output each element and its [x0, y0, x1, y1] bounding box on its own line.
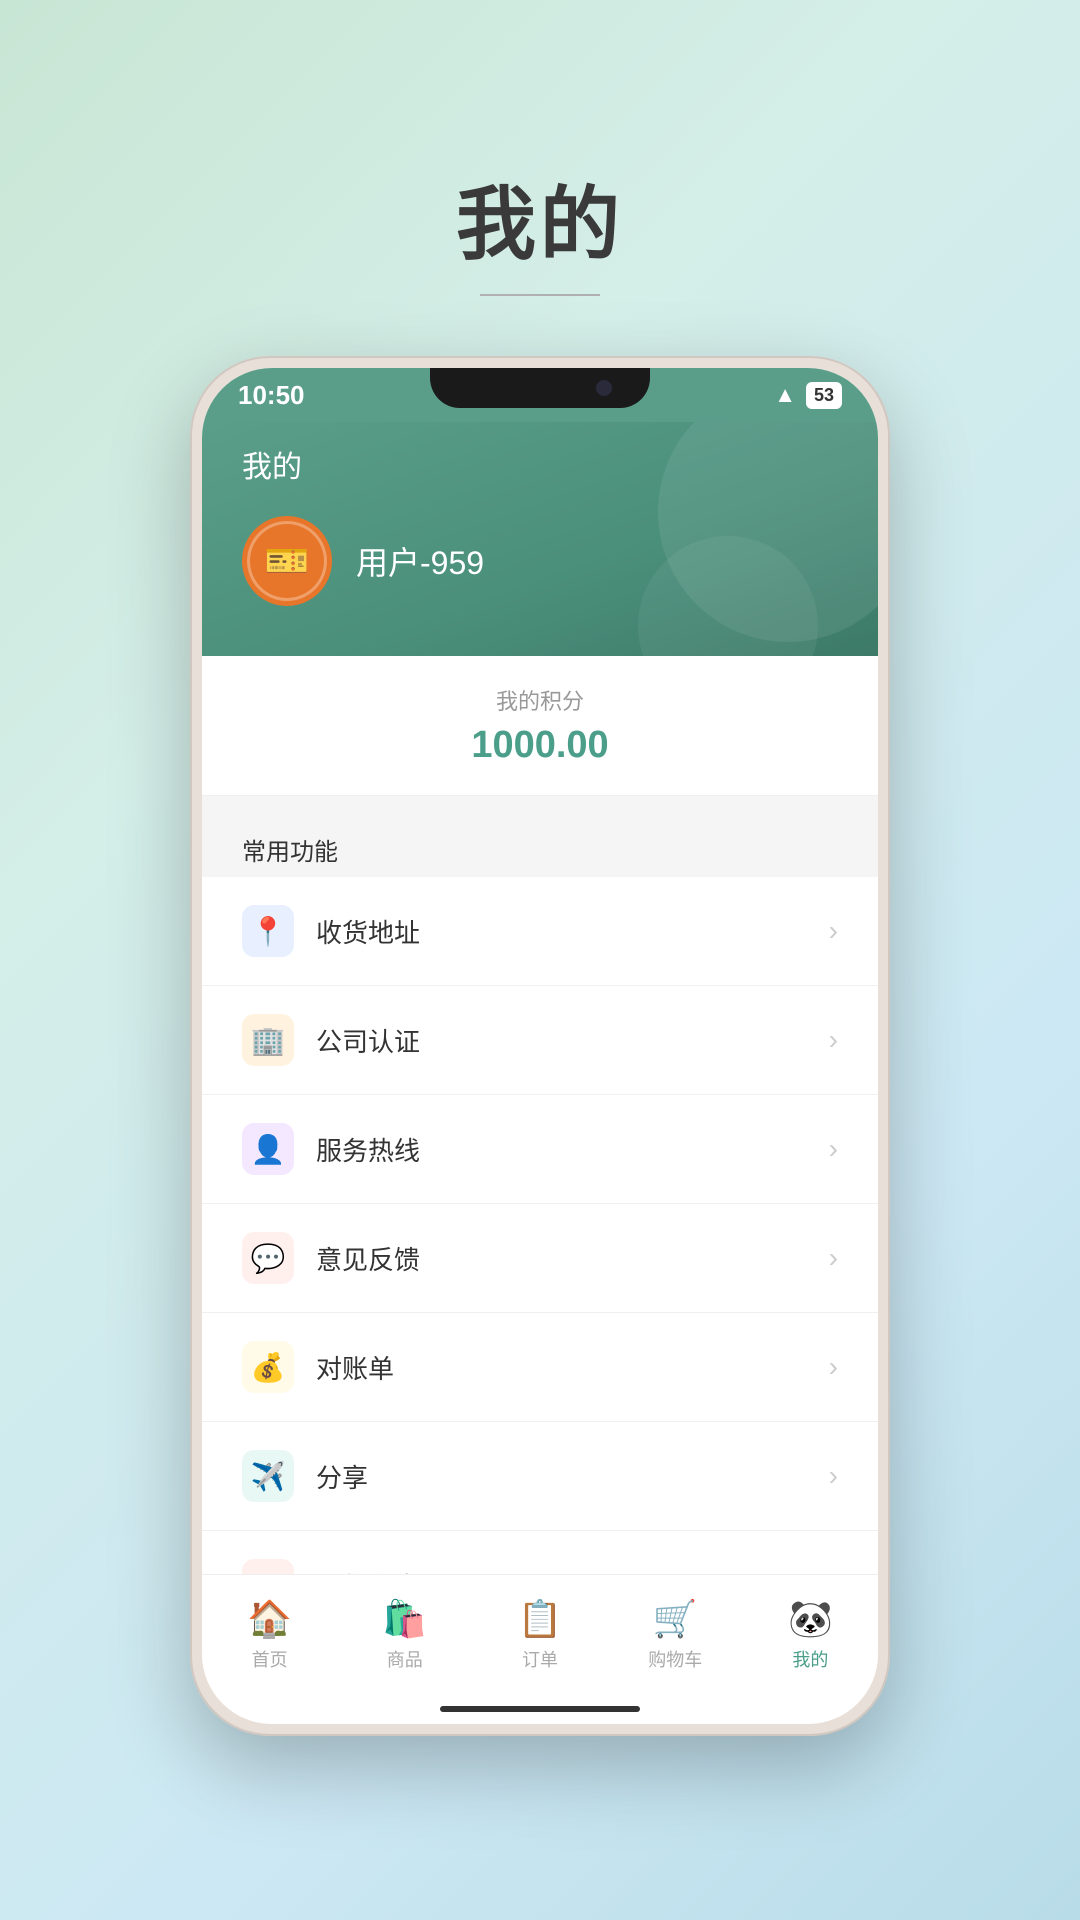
statement-icon: 💰 [251, 1351, 286, 1384]
arrow-share: › [829, 1460, 838, 1492]
share-icon: ✈️ [251, 1460, 286, 1493]
page-title: 我的 [456, 160, 624, 276]
nav-label-products: 商品 [387, 1646, 423, 1672]
nav-label-cart: 购物车 [648, 1646, 702, 1672]
page-title-area: 我的 [456, 160, 624, 296]
menu-label-address: 收货地址 [316, 913, 829, 950]
home-icon: 🏠 [247, 1598, 292, 1640]
arrow-feedback: › [829, 1242, 838, 1274]
products-icon: 🛍️ [382, 1598, 427, 1640]
cart-icon: 🛒 [653, 1598, 698, 1640]
battery-badge: 53 [806, 382, 842, 409]
indicator-bar [440, 1706, 640, 1712]
arrow-company: › [829, 1024, 838, 1056]
menu-list: 📍 收货地址 › 🏢 公司认证 › 👤 服务热线 [202, 877, 878, 1574]
menu-icon-company: 🏢 [242, 1014, 294, 1066]
menu-label-statement: 对账单 [316, 1349, 829, 1386]
menu-item-service[interactable]: 👤 服务热线 › [202, 1095, 878, 1204]
menu-icon-service: 👤 [242, 1123, 294, 1175]
menu-icon-address: 📍 [242, 905, 294, 957]
app-header: 我的 🎫 用户-959 [202, 422, 878, 656]
nav-item-cart[interactable]: 🛒 购物车 [608, 1598, 743, 1672]
notch [430, 368, 650, 408]
phone-frame: 10:50 ▲ 53 我的 🎫 用户-959 我的积分 [190, 356, 890, 1736]
menu-item-address[interactable]: 📍 收货地址 › [202, 877, 878, 986]
menu-item-statement[interactable]: 💰 对账单 › [202, 1313, 878, 1422]
menu-label-payment: 付款信息 [316, 1567, 829, 1575]
avatar-inner: 🎫 [247, 521, 327, 601]
arrow-statement: › [829, 1351, 838, 1383]
nav-item-products[interactable]: 🛍️ 商品 [337, 1598, 472, 1672]
nav-label-orders: 订单 [522, 1646, 558, 1672]
points-value: 1000.00 [242, 724, 838, 767]
menu-icon-feedback: 💬 [242, 1232, 294, 1284]
menu-item-payment[interactable]: ¥ 付款信息 › [202, 1531, 878, 1574]
phone-screen: 10:50 ▲ 53 我的 🎫 用户-959 我的积分 [202, 368, 878, 1724]
menu-icon-statement: 💰 [242, 1341, 294, 1393]
arrow-address: › [829, 915, 838, 947]
wifi-icon: ▲ [774, 382, 796, 408]
avatar: 🎫 [242, 516, 332, 606]
nav-label-home: 首页 [252, 1646, 288, 1672]
feedback-icon: 💬 [251, 1242, 286, 1275]
address-icon: 📍 [251, 915, 286, 948]
menu-label-company: 公司认证 [316, 1022, 829, 1059]
points-card: 我的积分 1000.00 [202, 656, 878, 796]
avatar-icon: 🎫 [265, 540, 310, 582]
nav-item-home[interactable]: 🏠 首页 [202, 1598, 337, 1672]
service-icon: 👤 [251, 1133, 286, 1166]
menu-label-feedback: 意见反馈 [316, 1240, 829, 1277]
title-divider [480, 294, 600, 296]
username: 用户-959 [356, 538, 484, 584]
user-row: 🎫 用户-959 [242, 516, 838, 606]
menu-item-feedback[interactable]: 💬 意见反馈 › [202, 1204, 878, 1313]
orders-icon: 📋 [518, 1598, 563, 1640]
arrow-service: › [829, 1133, 838, 1165]
nav-item-mine[interactable]: 🐼 我的 [743, 1598, 878, 1672]
camera-dot [596, 380, 612, 396]
menu-label-share: 分享 [316, 1458, 829, 1495]
nav-item-orders[interactable]: 📋 订单 [472, 1598, 607, 1672]
menu-item-share[interactable]: ✈️ 分享 › [202, 1422, 878, 1531]
menu-label-service: 服务热线 [316, 1131, 829, 1168]
points-label: 我的积分 [242, 684, 838, 716]
bottom-nav: 🏠 首页 🛍️ 商品 📋 订单 🛒 购物车 🐼 我的 [202, 1574, 878, 1694]
status-time: 10:50 [238, 380, 305, 411]
header-title: 我的 [242, 442, 838, 486]
menu-icon-share: ✈️ [242, 1450, 294, 1502]
mine-icon: 🐼 [788, 1598, 833, 1640]
nav-label-mine: 我的 [792, 1646, 828, 1672]
scroll-content[interactable]: 我的积分 1000.00 常用功能 📍 收货地址 › 🏢 [202, 656, 878, 1574]
menu-icon-payment: ¥ [242, 1559, 294, 1574]
company-icon: 🏢 [251, 1024, 286, 1057]
menu-item-company[interactable]: 🏢 公司认证 › [202, 986, 878, 1095]
status-right: ▲ 53 [774, 382, 842, 409]
bottom-indicator [202, 1694, 878, 1724]
section-title: 常用功能 [202, 812, 878, 877]
